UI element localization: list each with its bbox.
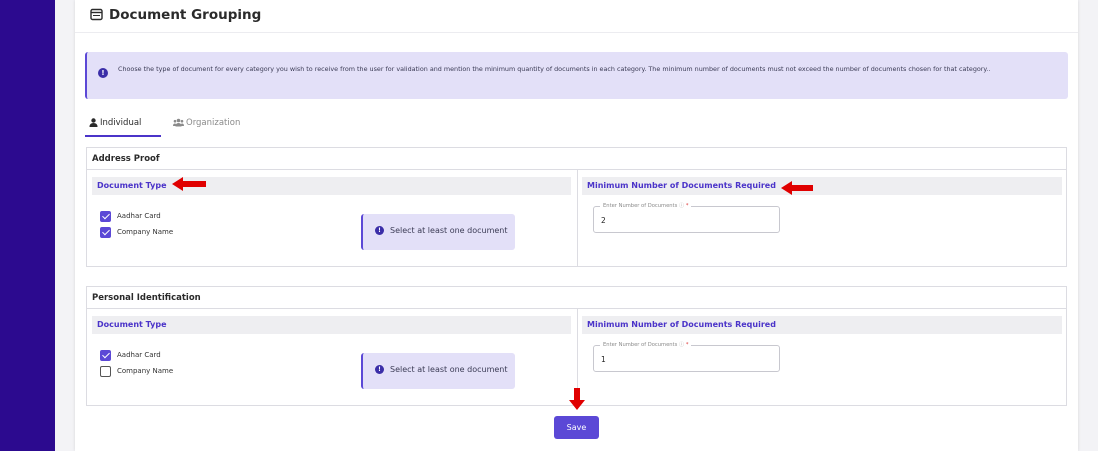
- tab-organization-label: Organization: [186, 118, 241, 128]
- red-arrow-icon: [569, 388, 585, 410]
- min-documents-field[interactable]: Enter Number of Documents ⓘ *: [593, 341, 780, 372]
- section-title: Address Proof: [92, 154, 160, 164]
- users-group-icon: [173, 118, 184, 127]
- checkbox-label: Company Name: [117, 367, 174, 375]
- min-documents-input[interactable]: [601, 215, 771, 226]
- info-circle-icon: !: [98, 68, 108, 78]
- min-documents-field[interactable]: Enter Number of Documents ⓘ *: [593, 202, 780, 233]
- checkbox-company-name[interactable]: Company Name: [100, 227, 210, 239]
- checkbox-label: Company Name: [117, 228, 174, 236]
- section-header: Personal Identification: [87, 287, 1066, 309]
- checkbox-unchecked[interactable]: [100, 366, 111, 377]
- red-arrow-icon: [172, 177, 206, 191]
- info-banner-text: Choose the type of document for every ca…: [118, 65, 991, 73]
- user-icon: [89, 118, 98, 127]
- checkbox-label: Aadhar Card: [117, 351, 161, 359]
- document-type-label: Document Type: [97, 181, 167, 190]
- warning-text: Select at least one document: [390, 226, 508, 235]
- min-documents-label: Minimum Number of Documents Required: [587, 181, 776, 190]
- document-type-header: Document Type: [92, 316, 571, 334]
- checkbox-company-name[interactable]: Company Name: [100, 366, 210, 378]
- select-document-warning: ! Select at least one document: [361, 353, 515, 389]
- checkbox-aadhar-card[interactable]: Aadhar Card: [100, 350, 210, 362]
- save-button[interactable]: Save: [554, 416, 599, 439]
- tab-individual[interactable]: Individual: [85, 115, 161, 137]
- document-type-label: Document Type: [97, 320, 167, 329]
- tab-organization[interactable]: Organization: [173, 115, 263, 137]
- help-icon: ⓘ: [678, 203, 685, 209]
- document-type-header: Document Type: [92, 177, 571, 195]
- info-circle-icon: !: [375, 365, 384, 374]
- checkbox-checked[interactable]: [100, 211, 111, 222]
- red-arrow-icon: [781, 181, 813, 195]
- warning-text: Select at least one document: [390, 365, 508, 374]
- min-documents-input[interactable]: [601, 354, 771, 365]
- min-documents-label: Minimum Number of Documents Required: [587, 320, 776, 329]
- page-title: Document Grouping: [109, 7, 262, 23]
- min-documents-header: Minimum Number of Documents Required: [582, 177, 1062, 195]
- section-address-proof: Address Proof Document Type Minimum Numb…: [86, 147, 1067, 267]
- field-label: Enter Number of Documents ⓘ *: [600, 341, 692, 348]
- checkbox-aadhar-card[interactable]: Aadhar Card: [100, 211, 210, 223]
- field-label: Enter Number of Documents ⓘ *: [600, 202, 692, 209]
- section-header: Address Proof: [87, 148, 1066, 170]
- app-sidebar: [0, 0, 55, 451]
- folder-window-icon: [90, 8, 103, 21]
- info-circle-icon: !: [375, 226, 384, 235]
- info-banner: ! Choose the type of document for every …: [85, 52, 1068, 99]
- min-documents-header: Minimum Number of Documents Required: [582, 316, 1062, 334]
- checkbox-checked[interactable]: [100, 350, 111, 361]
- checkbox-checked[interactable]: [100, 227, 111, 238]
- select-document-warning: ! Select at least one document: [361, 214, 515, 250]
- section-title: Personal Identification: [92, 293, 201, 303]
- card-header: Document Grouping: [75, 0, 1078, 33]
- help-icon: ⓘ: [678, 342, 685, 348]
- checkbox-label: Aadhar Card: [117, 212, 161, 220]
- tab-individual-label: Individual: [100, 118, 142, 128]
- column-divider: [577, 170, 578, 267]
- document-grouping-card: Document Grouping ! Choose the type of d…: [75, 0, 1078, 451]
